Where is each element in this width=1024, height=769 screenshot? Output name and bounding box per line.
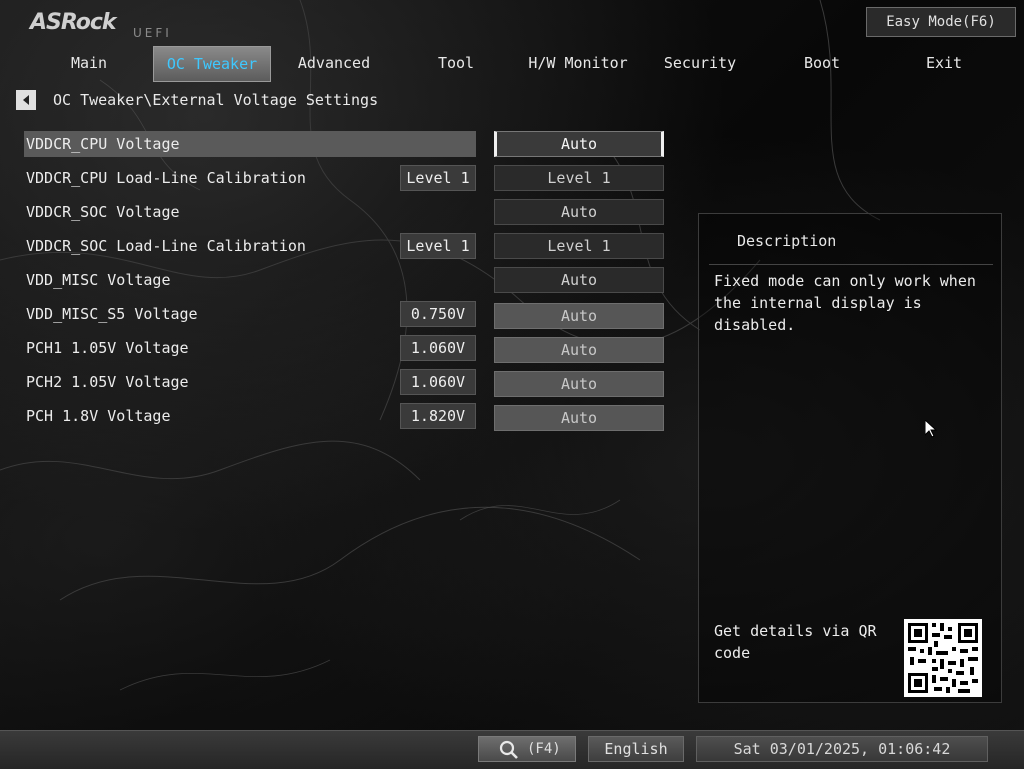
main-tabs: Main OC Tweaker Advanced Tool H/W Monito… [30,46,1006,82]
tab-boot[interactable]: Boot [763,46,881,82]
uefi-label: UEFI [133,26,172,40]
option-vdd-misc-voltage[interactable]: Auto [494,267,664,293]
tab-exit[interactable]: Exit [885,46,1003,82]
date-time-display: Sat 03/01/2025, 01:06:42 [696,736,988,762]
tab-hw-monitor[interactable]: H/W Monitor [519,46,637,82]
easy-mode-button[interactable]: Easy Mode(F6) [866,7,1016,37]
asrock-logo: ASRock [30,10,117,35]
tab-tool[interactable]: Tool [397,46,515,82]
current-value-pch1-voltage: 1.060V [400,335,476,361]
back-button[interactable] [16,90,36,110]
tab-main[interactable]: Main [30,46,148,82]
current-value-pch-1-8v-voltage: 1.820V [400,403,476,429]
description-divider [709,264,993,265]
tab-oc-tweaker[interactable]: OC Tweaker [153,46,271,82]
setting-label-vddcr-cpu-voltage[interactable]: VDDCR_CPU Voltage [24,131,476,157]
magnifier-icon [499,740,518,759]
tab-advanced[interactable]: Advanced [275,46,393,82]
option-vddcr-soc-voltage[interactable]: Auto [494,199,664,225]
qr-details-text: Get details via QR code [714,622,877,662]
back-arrow-icon [23,95,29,105]
breadcrumb: OC Tweaker\External Voltage Settings [53,91,379,109]
setting-label-vddcr-soc-voltage[interactable]: VDDCR_SOC Voltage [24,199,476,225]
description-panel: Description Fixed mode can only work whe… [698,213,1002,703]
option-vddcr-cpu-voltage[interactable]: Auto [494,131,664,157]
option-pch2-voltage[interactable]: Auto [494,371,664,397]
option-vdd-misc-s5-voltage[interactable]: Auto [494,303,664,329]
search-shortcut-label: (F4) [527,741,561,757]
current-value-vddcr-soc-llc: Level 1 [400,233,476,259]
tab-security[interactable]: Security [641,46,759,82]
setting-label-vdd-misc-voltage[interactable]: VDD_MISC Voltage [24,267,476,293]
option-pch-1-8v-voltage[interactable]: Auto [494,405,664,431]
current-value-pch2-voltage: 1.060V [400,369,476,395]
description-text: Fixed mode can only work when the intern… [714,272,976,334]
option-pch1-voltage[interactable]: Auto [494,337,664,363]
search-button[interactable]: (F4) [478,736,576,762]
option-vddcr-soc-llc[interactable]: Level 1 [494,233,664,259]
option-vddcr-cpu-llc[interactable]: Level 1 [494,165,664,191]
qr-code-icon [904,619,982,697]
current-value-vdd-misc-s5-voltage: 0.750V [400,301,476,327]
mouse-pointer-icon [924,418,938,442]
language-button[interactable]: English [588,736,684,762]
description-title: Description [737,232,837,250]
current-value-vddcr-cpu-llc: Level 1 [400,165,476,191]
